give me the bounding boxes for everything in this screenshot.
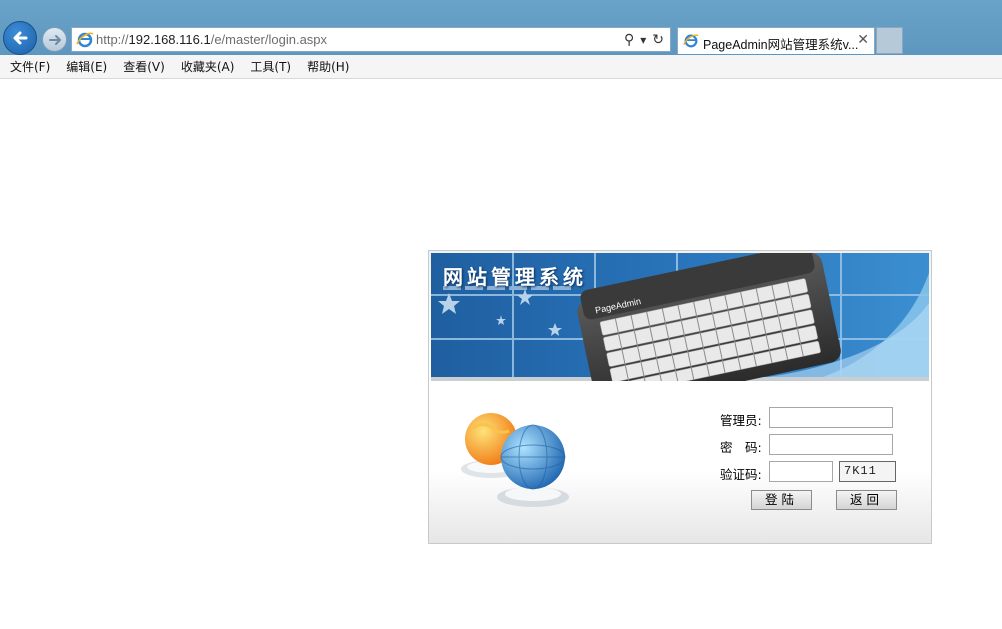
captcha-image[interactable]: 7K11	[839, 461, 896, 482]
captcha-input[interactable]	[769, 461, 833, 482]
admin-input[interactable]	[769, 407, 893, 428]
globe-icon	[461, 413, 569, 507]
login-panel: PageAdmin 网站管理系统 管理员: 密 码: 验证码: 7K11 登陆 …	[428, 250, 932, 544]
address-bar[interactable]: http://192.168.116.1/e/master/login.aspx…	[71, 27, 671, 52]
url-text: http://192.168.116.1/e/master/login.aspx	[96, 32, 327, 47]
menu-view[interactable]: 查看(V)	[123, 58, 165, 75]
url-host: 192.168.116.1	[128, 32, 211, 47]
menu-help[interactable]: 帮助(H)	[307, 58, 349, 75]
menu-edit[interactable]: 编辑(E)	[66, 58, 107, 75]
admin-label: 管理员:	[720, 413, 762, 428]
chevron-down-icon[interactable]: ▾	[640, 33, 646, 47]
system-title: 网站管理系统	[443, 265, 587, 289]
login-banner: PageAdmin 网站管理系统	[431, 253, 929, 381]
login-button[interactable]: 登陆	[751, 490, 812, 510]
browser-tab[interactable]: PageAdmin网站管理系统v... ✕	[677, 27, 875, 54]
captcha-label: 验证码:	[720, 467, 762, 482]
back-button-form[interactable]: 返回	[836, 490, 897, 510]
back-button[interactable]	[3, 21, 37, 55]
captcha-text: 7K11	[844, 464, 877, 478]
browser-toolbar: http://192.168.116.1/e/master/login.aspx…	[0, 0, 1002, 55]
menu-favorites[interactable]: 收藏夹(A)	[181, 58, 235, 75]
ie-tab-icon	[683, 34, 699, 48]
tab-title: PageAdmin网站管理系统v...	[703, 38, 859, 52]
menu-file[interactable]: 文件(F)	[10, 58, 50, 75]
url-scheme: http://	[96, 32, 129, 47]
url-path: /e/master/login.aspx	[210, 32, 328, 47]
password-input[interactable]	[769, 434, 893, 455]
ie-page-icon	[76, 32, 94, 48]
forward-button[interactable]	[42, 27, 67, 52]
back-arrow-icon	[13, 31, 28, 45]
forward-arrow-icon	[49, 35, 61, 45]
new-tab-button[interactable]	[876, 27, 903, 54]
address-tools: ⚲ ▾ ↻	[624, 31, 664, 49]
refresh-icon[interactable]: ↻	[652, 32, 664, 48]
search-icon[interactable]: ⚲	[624, 32, 634, 48]
close-tab-icon[interactable]: ✕	[857, 32, 869, 48]
password-label: 密 码:	[720, 440, 762, 455]
menu-bar: 文件(F) 编辑(E) 查看(V) 收藏夹(A) 工具(T) 帮助(H)	[0, 55, 1002, 79]
menu-tools[interactable]: 工具(T)	[250, 58, 291, 75]
